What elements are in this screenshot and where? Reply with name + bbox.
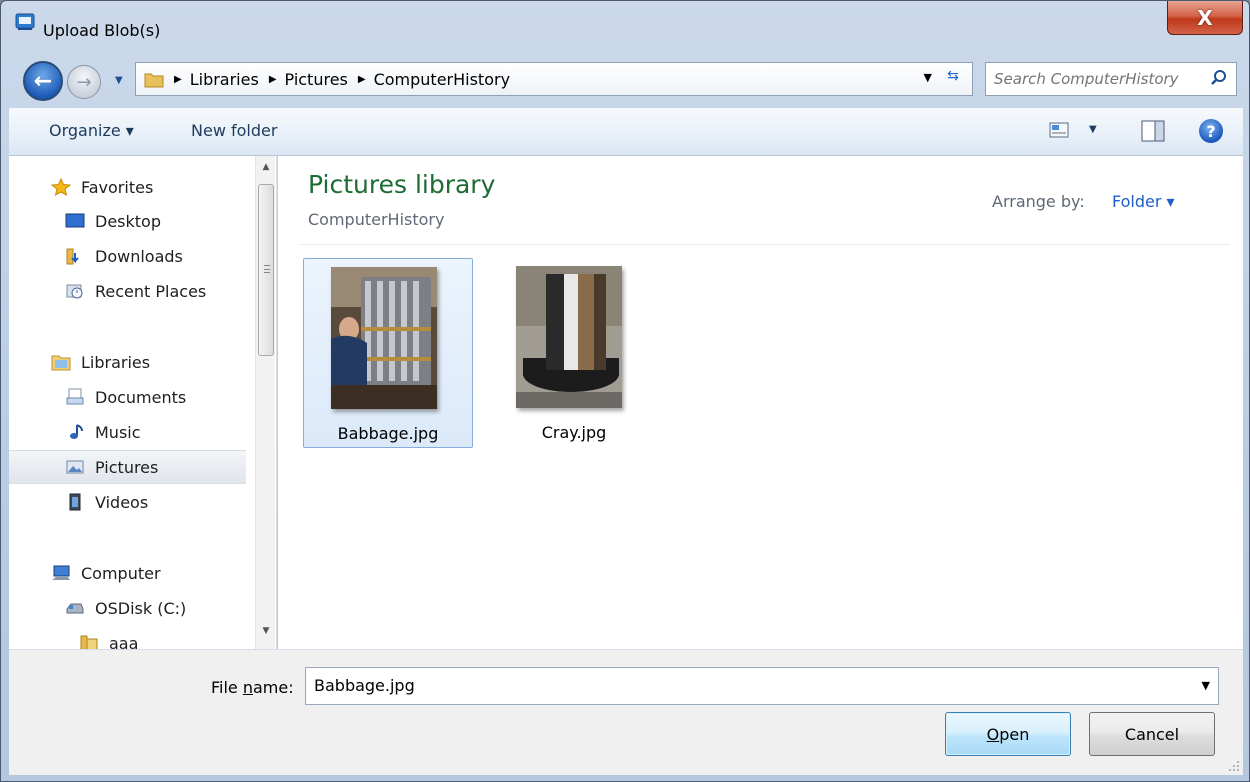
file-name-combobox[interactable]: ▼ [305,667,1219,705]
organize-button[interactable]: Organize ▾ [49,121,134,140]
computer-icon [52,565,70,580]
file-list-pane: Pictures library ComputerHistory Arrange… [278,156,1243,649]
change-view-icon[interactable] [1049,122,1069,138]
sidebar-item-videos[interactable]: Videos [9,485,246,519]
sidebar-item-label: Libraries [81,352,151,372]
sidebar-item-label: Computer [81,563,161,583]
star-icon [51,178,71,196]
breadcrumb-computerhistory[interactable]: ComputerHistory [374,70,510,89]
upload-dialog-window: Upload Blob(s) X ← → ▼ ▶ Libraries ▶ Pic… [0,0,1250,782]
sidebar-item-libraries[interactable]: Libraries [9,345,246,379]
file-name-label: Babbage.jpg [337,424,439,443]
search-input[interactable] [994,70,1204,88]
sidebar-item-osdisk[interactable]: OSDisk (C:) [9,591,246,625]
resize-grip-icon[interactable] [1227,759,1241,773]
breadcrumb-libraries[interactable]: Libraries [190,70,259,89]
title-bar[interactable]: Upload Blob(s) X [1,1,1249,45]
sidebar-item-label: Recent Places [95,281,207,301]
sidebar-item-pictures[interactable]: Pictures [9,450,246,484]
cancel-button[interactable]: Cancel [1089,712,1215,756]
close-button[interactable]: X [1167,1,1243,35]
cray-thumbnail [516,266,622,408]
upload-app-icon [15,13,35,30]
pictures-icon [66,460,84,474]
back-arrow-icon[interactable]: ← [23,61,63,101]
documents-icon [66,388,84,405]
scroll-down-icon[interactable]: ▼ [256,626,276,644]
navigation-pane-scrollbar[interactable]: ▲ ▼ [255,156,275,649]
file-name-pane: File name: ▼ Open Cancel [9,649,1243,775]
sidebar-item-label: Downloads [95,246,183,266]
library-title: Pictures library [308,170,496,199]
open-button[interactable]: Open [945,712,1071,756]
arrange-by-label: Arrange by: [992,192,1085,211]
scrollbar-thumb[interactable] [258,184,274,356]
search-box[interactable] [985,62,1237,96]
babbage-thumbnail [331,267,437,409]
sidebar-item-aaa[interactable]: aaa [9,626,246,649]
navigation-bar: ← → ▼ ▶ Libraries ▶ Pictures ▶ ComputerH… [1,57,1249,103]
sidebar-item-computer[interactable]: Computer [9,556,246,590]
sidebar-item-desktop[interactable]: Desktop [9,204,246,238]
sidebar-item-downloads[interactable]: Downloads [9,239,246,273]
navigation-pane: Favorites Desktop Downloads Recent Place… [9,156,277,649]
refresh-icon[interactable]: ⇆ [942,68,964,90]
forward-arrow-icon[interactable]: → [67,65,101,99]
sidebar-item-recent-places[interactable]: Recent Places [9,274,246,308]
recent-pages-dropdown-icon[interactable]: ▼ [115,75,127,86]
file-item-cray[interactable]: Cray.jpg [489,258,659,448]
window-title: Upload Blob(s) [43,21,161,40]
command-toolbar: Organize ▾ New folder ▼ ? [9,108,1243,156]
sidebar-item-favorites[interactable]: Favorites [9,170,246,204]
arrange-by-dropdown[interactable]: Folder ▾ [1112,192,1175,211]
file-item-babbage[interactable]: Babbage.jpg [303,258,473,448]
new-folder-button[interactable]: New folder [191,121,277,140]
scroll-up-icon[interactable]: ▲ [256,162,276,180]
breadcrumb-pictures[interactable]: Pictures [285,70,348,89]
music-icon [70,424,83,439]
file-name-label: Cray.jpg [541,423,607,442]
sidebar-item-label: Music [95,422,141,442]
downloads-folder-icon [66,248,79,265]
recent-places-icon [66,284,83,299]
folder-icon [80,635,98,649]
folder-icon [144,73,164,88]
sidebar-item-label: Pictures [95,457,159,477]
sidebar-item-label: Favorites [81,177,154,197]
view-options-dropdown-icon[interactable]: ▼ [1089,124,1097,135]
libraries-icon [51,355,71,371]
library-subtitle: ComputerHistory [308,210,445,229]
breadcrumb-separator-icon[interactable]: ▶ [174,74,182,85]
file-name-label: File name: [211,678,294,697]
help-icon[interactable]: ? [1199,119,1223,143]
drive-icon [66,603,84,614]
sidebar-item-label: Desktop [95,211,161,231]
sidebar-item-documents[interactable]: Documents [9,380,246,414]
sidebar-item-music[interactable]: Music [9,415,246,449]
search-icon[interactable] [1210,69,1228,87]
preview-pane-icon[interactable] [1141,120,1165,142]
file-name-input[interactable] [314,676,1174,695]
address-dropdown-icon[interactable]: ▼ [924,71,932,84]
sidebar-item-label: aaa [109,633,139,650]
sidebar-item-label: OSDisk (C:) [95,598,187,618]
sidebar-item-label: Videos [95,492,149,512]
content-divider [300,244,1230,245]
sidebar-item-label: Documents [95,387,187,407]
videos-icon [69,493,81,511]
breadcrumb-separator-icon[interactable]: ▶ [269,74,277,85]
desktop-icon [65,213,85,228]
breadcrumb-separator-icon[interactable]: ▶ [358,74,366,85]
address-bar[interactable]: ▶ Libraries ▶ Pictures ▶ ComputerHistory… [135,62,973,96]
file-name-dropdown-icon[interactable]: ▼ [1202,679,1210,692]
